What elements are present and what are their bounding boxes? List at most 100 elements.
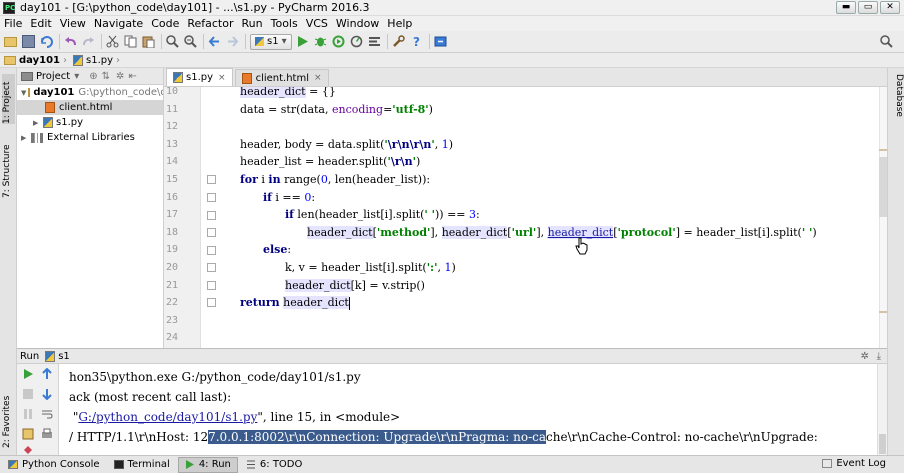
copy-icon[interactable] xyxy=(124,35,137,48)
code-text-area[interactable]: header_dict = {} data = str(data, encodi… xyxy=(219,87,879,348)
gear-icon[interactable]: ✲ xyxy=(116,71,124,82)
vcs-update-icon[interactable] xyxy=(434,35,447,48)
database-tool-tab[interactable]: Database xyxy=(891,74,904,134)
fold-column xyxy=(201,87,219,348)
console-scroll-thumb[interactable] xyxy=(879,434,886,454)
up-arrow-icon[interactable] xyxy=(41,368,53,380)
favorites-tool-tab[interactable]: 2: Favorites xyxy=(2,388,15,448)
breadcrumb-file[interactable]: s1.py › xyxy=(73,54,120,66)
concurrency-diagram-icon[interactable] xyxy=(368,35,381,48)
back-icon[interactable] xyxy=(208,35,221,48)
structure-tool-tab[interactable]: 7: Structure xyxy=(2,138,15,199)
menu-view[interactable]: View xyxy=(56,17,90,30)
cut-icon[interactable] xyxy=(106,35,119,48)
settings-wrench-icon[interactable] xyxy=(392,35,405,48)
run-tab[interactable]: 4: Run xyxy=(177,456,238,473)
menu-navigate[interactable]: Navigate xyxy=(90,17,147,30)
project-panel-title[interactable]: Project xyxy=(36,71,70,82)
expand-arrow-icon[interactable]: ▼ xyxy=(21,89,26,97)
console-line: / HTTP/1.1\r\nHost: 127.0.0.1:8002\r\nCo… xyxy=(69,427,818,447)
code-line-18: header_dict['method'], header_dict['url'… xyxy=(307,225,817,239)
maximize-button[interactable]: ▭ xyxy=(858,1,878,14)
redo-icon[interactable] xyxy=(82,35,95,48)
menu-code[interactable]: Code xyxy=(147,17,183,30)
menu-help[interactable]: Help xyxy=(383,17,416,30)
soft-wrap-icon[interactable] xyxy=(41,408,53,420)
coverage-icon[interactable] xyxy=(332,35,345,48)
close-tab-icon[interactable]: × xyxy=(314,73,322,83)
todo-tab[interactable]: 6: TODO xyxy=(240,457,308,473)
tree-item-label: External Libraries xyxy=(47,132,135,143)
gear-icon[interactable]: ✲ xyxy=(861,351,869,362)
breadcrumb-project[interactable]: day101 › xyxy=(4,55,67,66)
editor-error-stripe[interactable] xyxy=(879,87,887,348)
open-folder-icon[interactable] xyxy=(4,36,17,47)
find-icon[interactable] xyxy=(166,35,179,48)
collapse-all-icon[interactable]: ⇅ xyxy=(102,71,110,82)
sync-target-icon[interactable]: ⊕ xyxy=(89,71,97,82)
event-log-button[interactable]: Event Log xyxy=(822,458,886,469)
fold-marker-icon[interactable] xyxy=(207,228,216,237)
line-number: 11 xyxy=(165,103,178,115)
fold-marker-icon[interactable] xyxy=(207,281,216,290)
tree-item-s1-py[interactable]: ▶ s1.py xyxy=(17,115,163,130)
forward-icon[interactable] xyxy=(226,35,239,48)
menu-run[interactable]: Run xyxy=(238,17,267,30)
warning-marker[interactable] xyxy=(879,149,887,151)
folder-icon xyxy=(4,55,16,65)
debug-icon[interactable] xyxy=(314,35,327,48)
stop-icon[interactable] xyxy=(22,388,34,400)
editor-scroll-thumb[interactable] xyxy=(879,157,887,217)
menu-file[interactable]: File xyxy=(0,17,26,30)
traceback-file-link[interactable]: G:/python_code/day101/s1.py xyxy=(78,410,257,424)
save-all-icon[interactable] xyxy=(22,35,35,48)
expand-arrow-icon[interactable]: ▶ xyxy=(33,119,41,127)
tree-item-external-libraries[interactable]: ▶ External Libraries xyxy=(17,130,163,145)
console-text: che\r\nCache-Control: no-cache\r\nUpgrad… xyxy=(546,430,818,444)
hide-panel-icon[interactable]: ⤓ xyxy=(877,351,881,362)
rerun-icon[interactable] xyxy=(22,368,34,380)
restore-layout-icon[interactable] xyxy=(22,428,34,440)
expand-arrow-icon[interactable]: ▶ xyxy=(21,134,29,142)
menu-window[interactable]: Window xyxy=(332,17,383,30)
console-output[interactable]: hon35\python.exe G:/python_code/day101/s… xyxy=(59,364,877,456)
run-icon[interactable] xyxy=(296,35,309,48)
fold-marker-icon[interactable] xyxy=(207,263,216,272)
tree-item-client-html[interactable]: client.html xyxy=(17,100,163,115)
print-icon[interactable] xyxy=(41,428,53,440)
replace-icon[interactable] xyxy=(184,35,197,48)
undo-icon[interactable] xyxy=(64,35,77,48)
paste-icon[interactable] xyxy=(142,35,155,49)
fold-marker-icon[interactable] xyxy=(207,298,216,307)
warning-marker[interactable] xyxy=(879,311,887,313)
menu-tools[interactable]: Tools xyxy=(267,17,302,30)
chevron-down-icon[interactable]: ▾ xyxy=(74,71,79,82)
profile-icon[interactable] xyxy=(350,35,363,48)
close-tab-icon[interactable]: × xyxy=(218,73,226,83)
fold-marker-icon[interactable] xyxy=(207,246,216,255)
search-everywhere-icon[interactable] xyxy=(880,35,893,48)
line-number: 17 xyxy=(165,209,178,221)
minimize-button[interactable]: ▬ xyxy=(836,1,856,14)
tab-client-html[interactable]: client.html × xyxy=(234,69,329,86)
down-arrow-icon[interactable] xyxy=(41,388,53,400)
fold-marker-icon[interactable] xyxy=(207,211,216,220)
fold-marker-icon[interactable] xyxy=(207,175,216,184)
menu-refactor[interactable]: Refactor xyxy=(183,17,237,30)
synchronize-icon[interactable] xyxy=(40,35,53,48)
terminal-tab[interactable]: Terminal xyxy=(108,457,176,473)
menu-edit[interactable]: Edit xyxy=(26,17,55,30)
fold-marker-icon[interactable] xyxy=(207,193,216,202)
menu-vcs[interactable]: VCS xyxy=(302,17,332,30)
project-tool-tab[interactable]: 1: Project xyxy=(2,74,15,124)
hide-panel-icon[interactable]: ⇤ xyxy=(128,71,136,82)
python-console-icon xyxy=(8,460,18,469)
code-line-10: header_dict = {} xyxy=(240,87,336,98)
tree-item-day101[interactable]: ▼ day101 G:\python_code\day xyxy=(17,85,163,100)
close-button[interactable]: ✕ xyxy=(880,1,900,14)
help-icon[interactable]: ? xyxy=(410,35,423,49)
pause-icon[interactable] xyxy=(22,408,34,420)
run-configuration-select[interactable]: s1 ▾ xyxy=(250,33,292,50)
python-console-tab[interactable]: Python Console xyxy=(2,457,106,473)
console-scrollbar[interactable] xyxy=(877,364,887,456)
